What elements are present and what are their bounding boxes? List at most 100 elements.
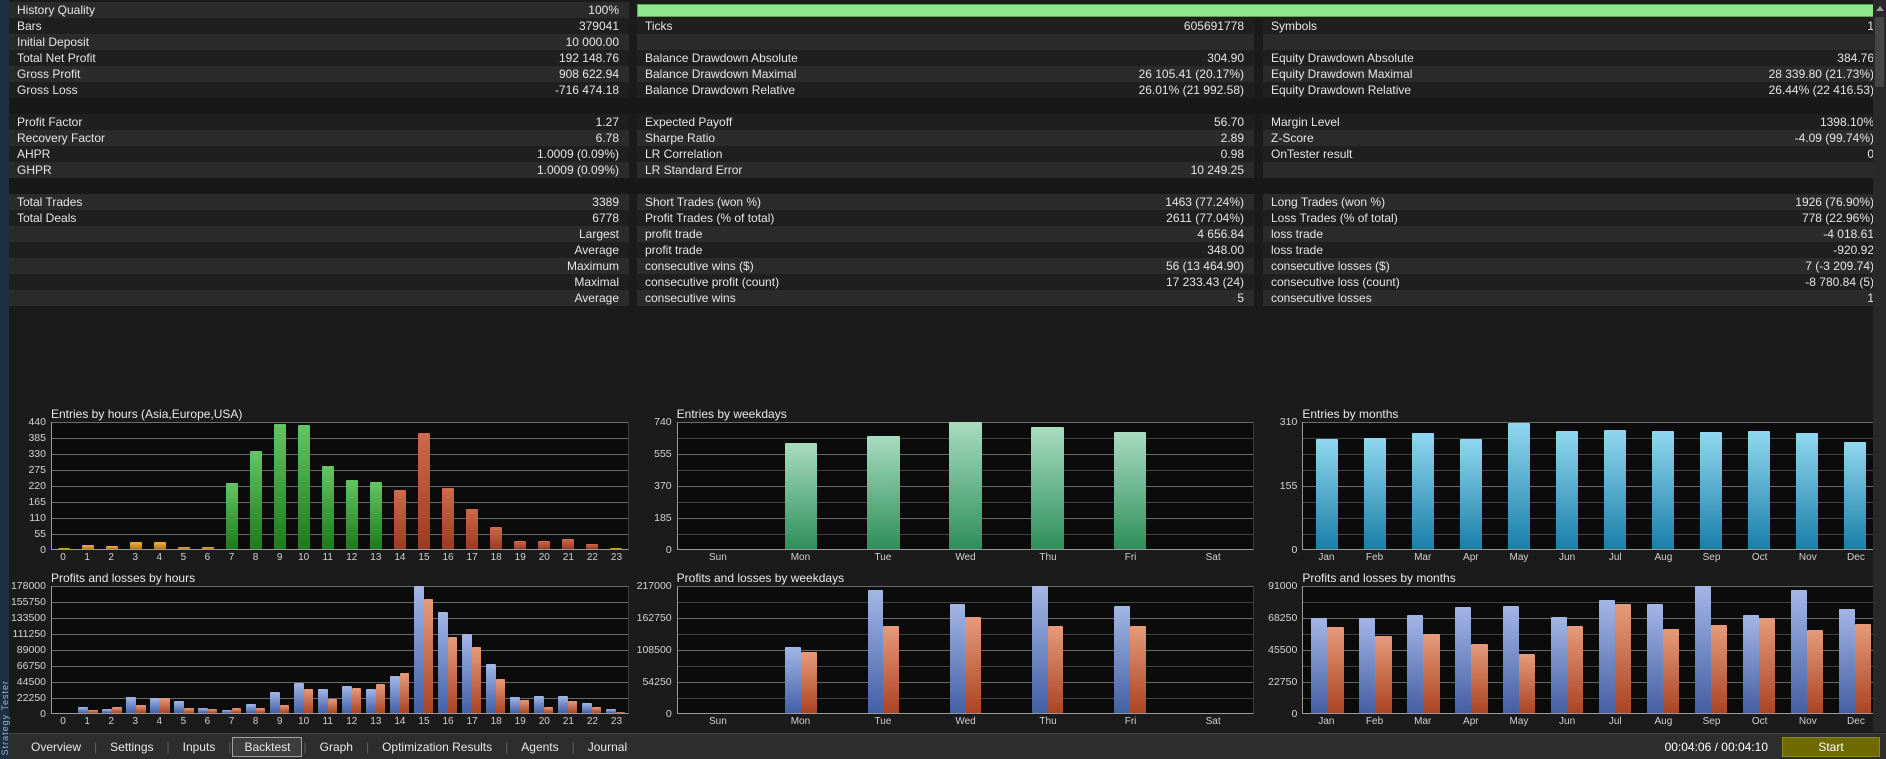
stats-cell[interactable]: consecutive profit (count) 17 233.43 (24) [637, 274, 1254, 290]
tab-agents[interactable]: Agents [509, 737, 570, 757]
tab-graph[interactable]: Graph [308, 737, 365, 757]
x-tick-label: Jul [1608, 552, 1622, 563]
stats-cell[interactable]: consecutive losses ($) 7 (-3 209.74) [1263, 258, 1884, 274]
stats-cell[interactable]: Margin Level 1398.10% [1263, 114, 1884, 130]
stats-cell[interactable]: Total Net Profit 192 148.76 [9, 50, 629, 66]
category-slot [1399, 586, 1447, 713]
stats-row: Initial Deposit 10 000.00 [9, 34, 1886, 50]
tab-optimization-results[interactable]: Optimization Results [370, 737, 504, 757]
stats-cell[interactable]: LR Correlation 0.98 [637, 146, 1254, 162]
stats-cell[interactable]: Recovery Factor 6.78 [9, 130, 629, 146]
stats-cell[interactable]: Balance Drawdown Absolute 304.90 [637, 50, 1254, 66]
bar-slots [1303, 422, 1879, 549]
stats-cell[interactable]: Z-Score -4.09 (99.74%) [1263, 130, 1884, 146]
scroll-up-icon[interactable] [1875, 6, 1884, 11]
stats-cell[interactable]: Equity Drawdown Absolute 384.76 [1263, 50, 1884, 66]
stats-cell[interactable]: Average [9, 242, 629, 258]
stats-cell[interactable]: Maximum [9, 258, 629, 274]
stats-cell[interactable] [1263, 34, 1884, 50]
stats-cell[interactable]: Sharpe Ratio 2.89 [637, 130, 1254, 146]
tab-backtest[interactable]: Backtest [232, 736, 303, 757]
stats-cell[interactable]: Total Trades 3389 [9, 194, 629, 210]
x-tick-label: 3 [132, 552, 138, 563]
tab-journal[interactable]: Journal [576, 737, 639, 757]
y-tick-label: 0 [665, 544, 672, 556]
stats-cell[interactable]: profit trade 4 656.84 [637, 226, 1254, 242]
stats-cell[interactable]: loss trade -920.92 [1263, 242, 1884, 258]
stats-row: Profit Factor 1.27 Expected Payoff 56.70 Mar… [9, 114, 1886, 130]
stat-label: Total Trades [17, 195, 83, 209]
x-tick-label: 15 [418, 716, 430, 727]
stats-cell[interactable]: Largest [9, 226, 629, 242]
stats-cell[interactable]: consecutive loss (count) -8 780.84 (5) [1263, 274, 1884, 290]
stats-cell[interactable]: Profit Factor 1.27 [9, 114, 629, 130]
vertical-scrollbar[interactable] [1873, 0, 1886, 732]
stats-row: Gross Profit 908 622.94 Balance Drawdown M… [9, 66, 1886, 82]
stats-cell[interactable]: consecutive losses 1 [1263, 290, 1884, 306]
x-tick-label: 8 [252, 552, 259, 563]
stat-label: profit trade [645, 243, 703, 257]
category-slot [1735, 586, 1783, 713]
stat-label: consecutive profit (count) [645, 275, 780, 289]
stats-cell[interactable]: History Quality 100% [9, 2, 629, 18]
stats-cell[interactable]: Expected Payoff 56.70 [637, 114, 1254, 130]
stats-cell[interactable]: Symbols 1 [1263, 18, 1884, 34]
stats-cell[interactable]: GHPR 1.0009 (0.09%) [9, 162, 629, 178]
tab-inputs[interactable]: Inputs [171, 737, 228, 757]
stat-label: Balance Drawdown Maximal [645, 67, 797, 81]
stats-cell[interactable] [1263, 162, 1884, 178]
bar [273, 424, 286, 549]
stats-cell[interactable]: Ticks 605691778 [637, 18, 1254, 34]
bar-loss [1711, 625, 1728, 713]
stats-cell[interactable]: Total Deals 6778 [9, 210, 629, 226]
stats-cell[interactable]: Equity Drawdown Relative 26.44% (22 416.5… [1263, 82, 1884, 98]
stats-cell[interactable]: Balance Drawdown Maximal 26 105.41 (20.17… [637, 66, 1254, 82]
panel-side-strip[interactable]: Strategy Tester [0, 0, 10, 759]
scrollbar-thumb[interactable] [1875, 17, 1884, 87]
stats-cell[interactable]: Long Trades (won %) 1926 (76.90%) [1263, 194, 1884, 210]
stats-cell[interactable]: Profit Trades (% of total) 2611 (77.04%) [637, 210, 1254, 226]
stat-label: Balance Drawdown Relative [645, 83, 796, 97]
category-slot [1303, 586, 1351, 713]
stats-cell[interactable]: LR Standard Error 10 249.25 [637, 162, 1254, 178]
tab-settings[interactable]: Settings [98, 737, 165, 757]
bar-profit [1550, 616, 1568, 713]
stats-cell[interactable]: Equity Drawdown Maximal 28 339.80 (21.73%… [1263, 66, 1884, 82]
stats-cell[interactable]: profit trade 348.00 [637, 242, 1254, 258]
start-button[interactable]: Start [1782, 736, 1880, 757]
stats-cell[interactable]: OnTester result 0 [1263, 146, 1884, 162]
stats-cell[interactable]: Initial Deposit 10 000.00 [9, 34, 629, 50]
stats-cell[interactable]: Gross Loss -716 474.18 [9, 82, 629, 98]
bar-profit [270, 691, 280, 713]
stats-cell[interactable]: loss trade -4 018.61 [1263, 226, 1884, 242]
stat-value: 0.98 [1220, 147, 1244, 161]
tab-overview[interactable]: Overview [19, 737, 93, 757]
stats-cell[interactable]: Short Trades (won %) 1463 (77.24%) [637, 194, 1254, 210]
stats-row [9, 338, 1886, 354]
stats-cell[interactable]: Gross Profit 908 622.94 [9, 66, 629, 82]
stats-cell[interactable] [637, 34, 1254, 50]
category-slot [148, 422, 172, 549]
category-slot [580, 422, 604, 549]
bar-loss [883, 626, 899, 713]
x-tick-label: 17 [466, 716, 478, 727]
y-tick-label: 0 [1291, 544, 1298, 556]
bar [201, 546, 214, 549]
stats-cell[interactable]: AHPR 1.0009 (0.09%) [9, 146, 629, 162]
stats-cell[interactable]: Bars 379041 [9, 18, 629, 34]
x-tick-label: 3 [132, 716, 138, 727]
category-slot [604, 422, 628, 549]
category-slot [532, 422, 556, 549]
stats-cell[interactable]: Loss Trades (% of total) 778 (22.96%) [1263, 210, 1884, 226]
stats-cell[interactable]: consecutive wins 5 [637, 290, 1254, 306]
stat-value: 605691778 [1183, 19, 1244, 33]
bar-profit [438, 611, 448, 713]
bar-loss [327, 698, 338, 713]
stats-cell[interactable]: Balance Drawdown Relative 26.01% (21 992.… [637, 82, 1254, 98]
category-slot [76, 422, 100, 549]
stats-cell[interactable]: Maximal [9, 274, 629, 290]
stats-cell[interactable]: Average [9, 290, 629, 306]
stat-value: 3389 [592, 195, 619, 209]
stats-cell[interactable]: consecutive wins ($) 56 (13 464.90) [637, 258, 1254, 274]
stats-row: Total Deals 6778 Profit Trades (% of total… [9, 210, 1886, 226]
